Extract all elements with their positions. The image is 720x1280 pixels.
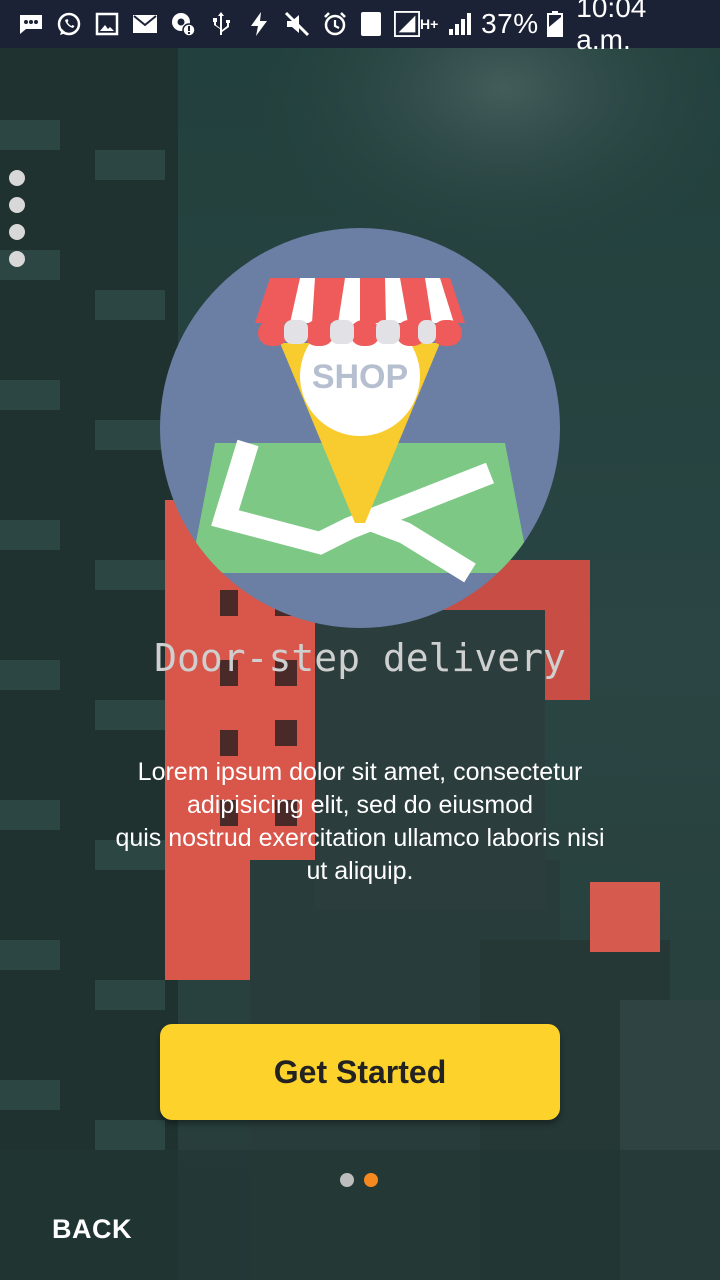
overflow-dots-menu[interactable] <box>9 170 25 270</box>
description-line: adipisicing elit, sed do eiusmod <box>186 791 534 819</box>
get-started-button[interactable]: Get Started <box>160 1024 560 1120</box>
status-bar: H+ 37% 10:04 a.m. <box>0 0 720 55</box>
shop-location-illustration: SHOP <box>160 228 560 628</box>
settings-alert-icon <box>170 11 196 37</box>
image-icon <box>94 11 120 37</box>
menu-dot <box>9 251 25 267</box>
mute-icon <box>284 11 310 37</box>
message-icon <box>18 11 44 37</box>
flash-icon <box>246 11 272 37</box>
description-line: Lorem ipsum dolor sit amet, consectetur <box>137 758 583 786</box>
description: Lorem ipsum dolor sit amet, consectetur … <box>60 756 660 888</box>
page-title: Door-step delivery <box>154 636 566 680</box>
page-dot-1[interactable] <box>340 1173 354 1187</box>
page-indicator <box>340 1173 380 1187</box>
signal-bars-icon <box>448 11 473 37</box>
alarm-icon <box>322 11 348 37</box>
clock: 10:04 a.m. <box>576 0 647 55</box>
usb-icon <box>208 11 234 37</box>
shop-label: SHOP <box>312 358 408 396</box>
whatsapp-icon <box>56 11 82 37</box>
description-line: quis nostrud exercitation ullamco labori… <box>115 824 605 852</box>
hplus-icon: H+ <box>420 16 439 32</box>
signal-icon <box>394 11 420 37</box>
menu-dot <box>9 224 25 240</box>
back-button[interactable]: BACK <box>52 1214 132 1245</box>
page-dot-2-active[interactable] <box>364 1173 378 1187</box>
description-line: ut aliquip. <box>306 857 414 885</box>
sim-1-icon <box>360 11 382 37</box>
battery-percent: 37% <box>481 8 539 39</box>
menu-dot <box>9 197 25 213</box>
mail-icon <box>132 11 158 37</box>
menu-dot <box>9 170 25 186</box>
battery-icon <box>547 11 565 37</box>
